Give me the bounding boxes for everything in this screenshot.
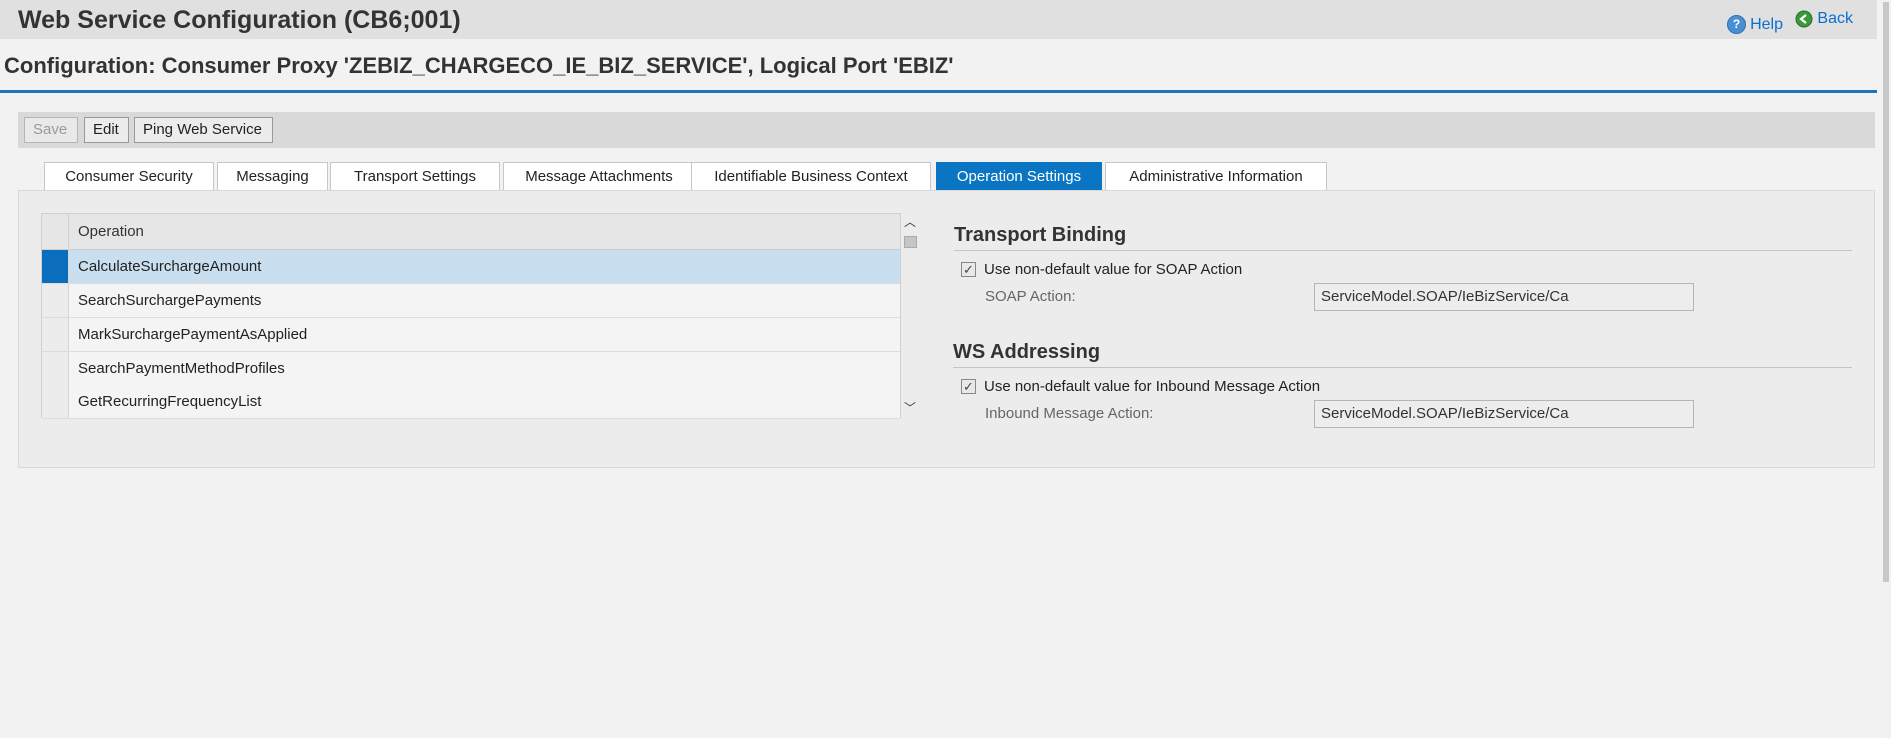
table-row[interactable]: SearchPaymentMethodProfiles [42,352,900,386]
inbound-action-field[interactable]: ServiceModel.SOAP/IeBizService/Ca [1314,400,1694,428]
row-selector[interactable] [42,284,69,317]
title-bar: Web Service Configuration (CB6;001) ? He… [0,0,1877,39]
table-row[interactable]: MarkSurchargePaymentAsApplied [42,318,900,352]
operation-cell: SearchSurchargePayments [78,292,262,309]
tab-identifiable-business-context[interactable]: Identifiable Business Context [691,162,931,191]
scroll-thumb[interactable] [904,236,917,248]
operation-cell: MarkSurchargePaymentAsApplied [78,326,308,343]
row-selector[interactable] [42,318,69,351]
table-row[interactable]: CalculateSurchargeAmount [42,250,900,284]
help-link[interactable]: ? Help [1727,15,1783,34]
page-scroll-thumb[interactable] [1883,2,1889,582]
table-header: Operation [42,214,900,250]
operation-cell: GetRecurringFrequencyList [78,393,262,410]
soap-action-checkbox[interactable]: ✓ [961,262,976,277]
inbound-action-checkbox[interactable]: ✓ [961,379,976,394]
back-label: Back [1817,10,1853,27]
edit-button[interactable]: Edit [84,117,129,143]
app-title: Web Service Configuration (CB6;001) [18,6,461,34]
select-all-cell[interactable] [42,214,69,249]
tab-message-attachments[interactable]: Message Attachments [503,162,695,191]
tab-consumer-security[interactable]: Consumer Security [44,162,214,191]
top-links: ? Help Back [1719,10,1853,34]
help-icon: ? [1727,15,1747,34]
save-button[interactable]: Save [24,117,78,143]
operation-cell: SearchPaymentMethodProfiles [78,360,285,377]
inbound-action-label: Inbound Message Action: [985,405,1154,422]
operations-table: Operation CalculateSurchargeAmount Searc… [41,213,901,419]
scroll-up-icon[interactable]: ︿ [904,213,916,230]
table-row[interactable]: GetRecurringFrequencyList [42,385,900,419]
back-icon [1795,10,1813,28]
operation-column-header[interactable]: Operation [78,223,144,240]
inbound-action-checkbox-label: Use non-default value for Inbound Messag… [984,378,1321,395]
row-selector[interactable] [42,352,69,385]
help-label: Help [1750,15,1783,33]
transport-binding-divider [954,250,1852,251]
soap-action-checkbox-label: Use non-default value for SOAP Action [984,261,1243,278]
scroll-down-icon[interactable]: ﹀ [904,399,916,416]
row-selector[interactable] [42,385,69,418]
page-subtitle: Configuration: Consumer Proxy 'ZEBIZ_CHA… [4,53,954,78]
ws-addressing-divider [953,367,1852,368]
transport-binding-title: Transport Binding [954,224,1127,246]
subtitle-divider [0,90,1877,93]
operation-cell: CalculateSurchargeAmount [78,258,262,275]
row-selector[interactable] [42,250,69,283]
table-scrollbar[interactable]: ︿ ﹀ [900,213,920,418]
tab-transport-settings[interactable]: Transport Settings [330,162,500,191]
tab-messaging[interactable]: Messaging [217,162,328,191]
back-link[interactable]: Back [1795,10,1853,28]
tab-operation-settings[interactable]: Operation Settings [936,162,1102,191]
page-scrollbar[interactable] [1881,0,1891,738]
operation-settings-panel: Operation CalculateSurchargeAmount Searc… [18,190,1875,468]
tab-administrative-information[interactable]: Administrative Information [1105,162,1327,191]
ping-web-service-button[interactable]: Ping Web Service [134,117,273,143]
toolbar: Save Edit Ping Web Service [18,112,1875,148]
table-row[interactable]: SearchSurchargePayments [42,284,900,318]
ws-addressing-title: WS Addressing [953,341,1101,363]
soap-action-field[interactable]: ServiceModel.SOAP/IeBizService/Ca [1314,283,1694,311]
soap-action-label: SOAP Action: [985,288,1076,305]
